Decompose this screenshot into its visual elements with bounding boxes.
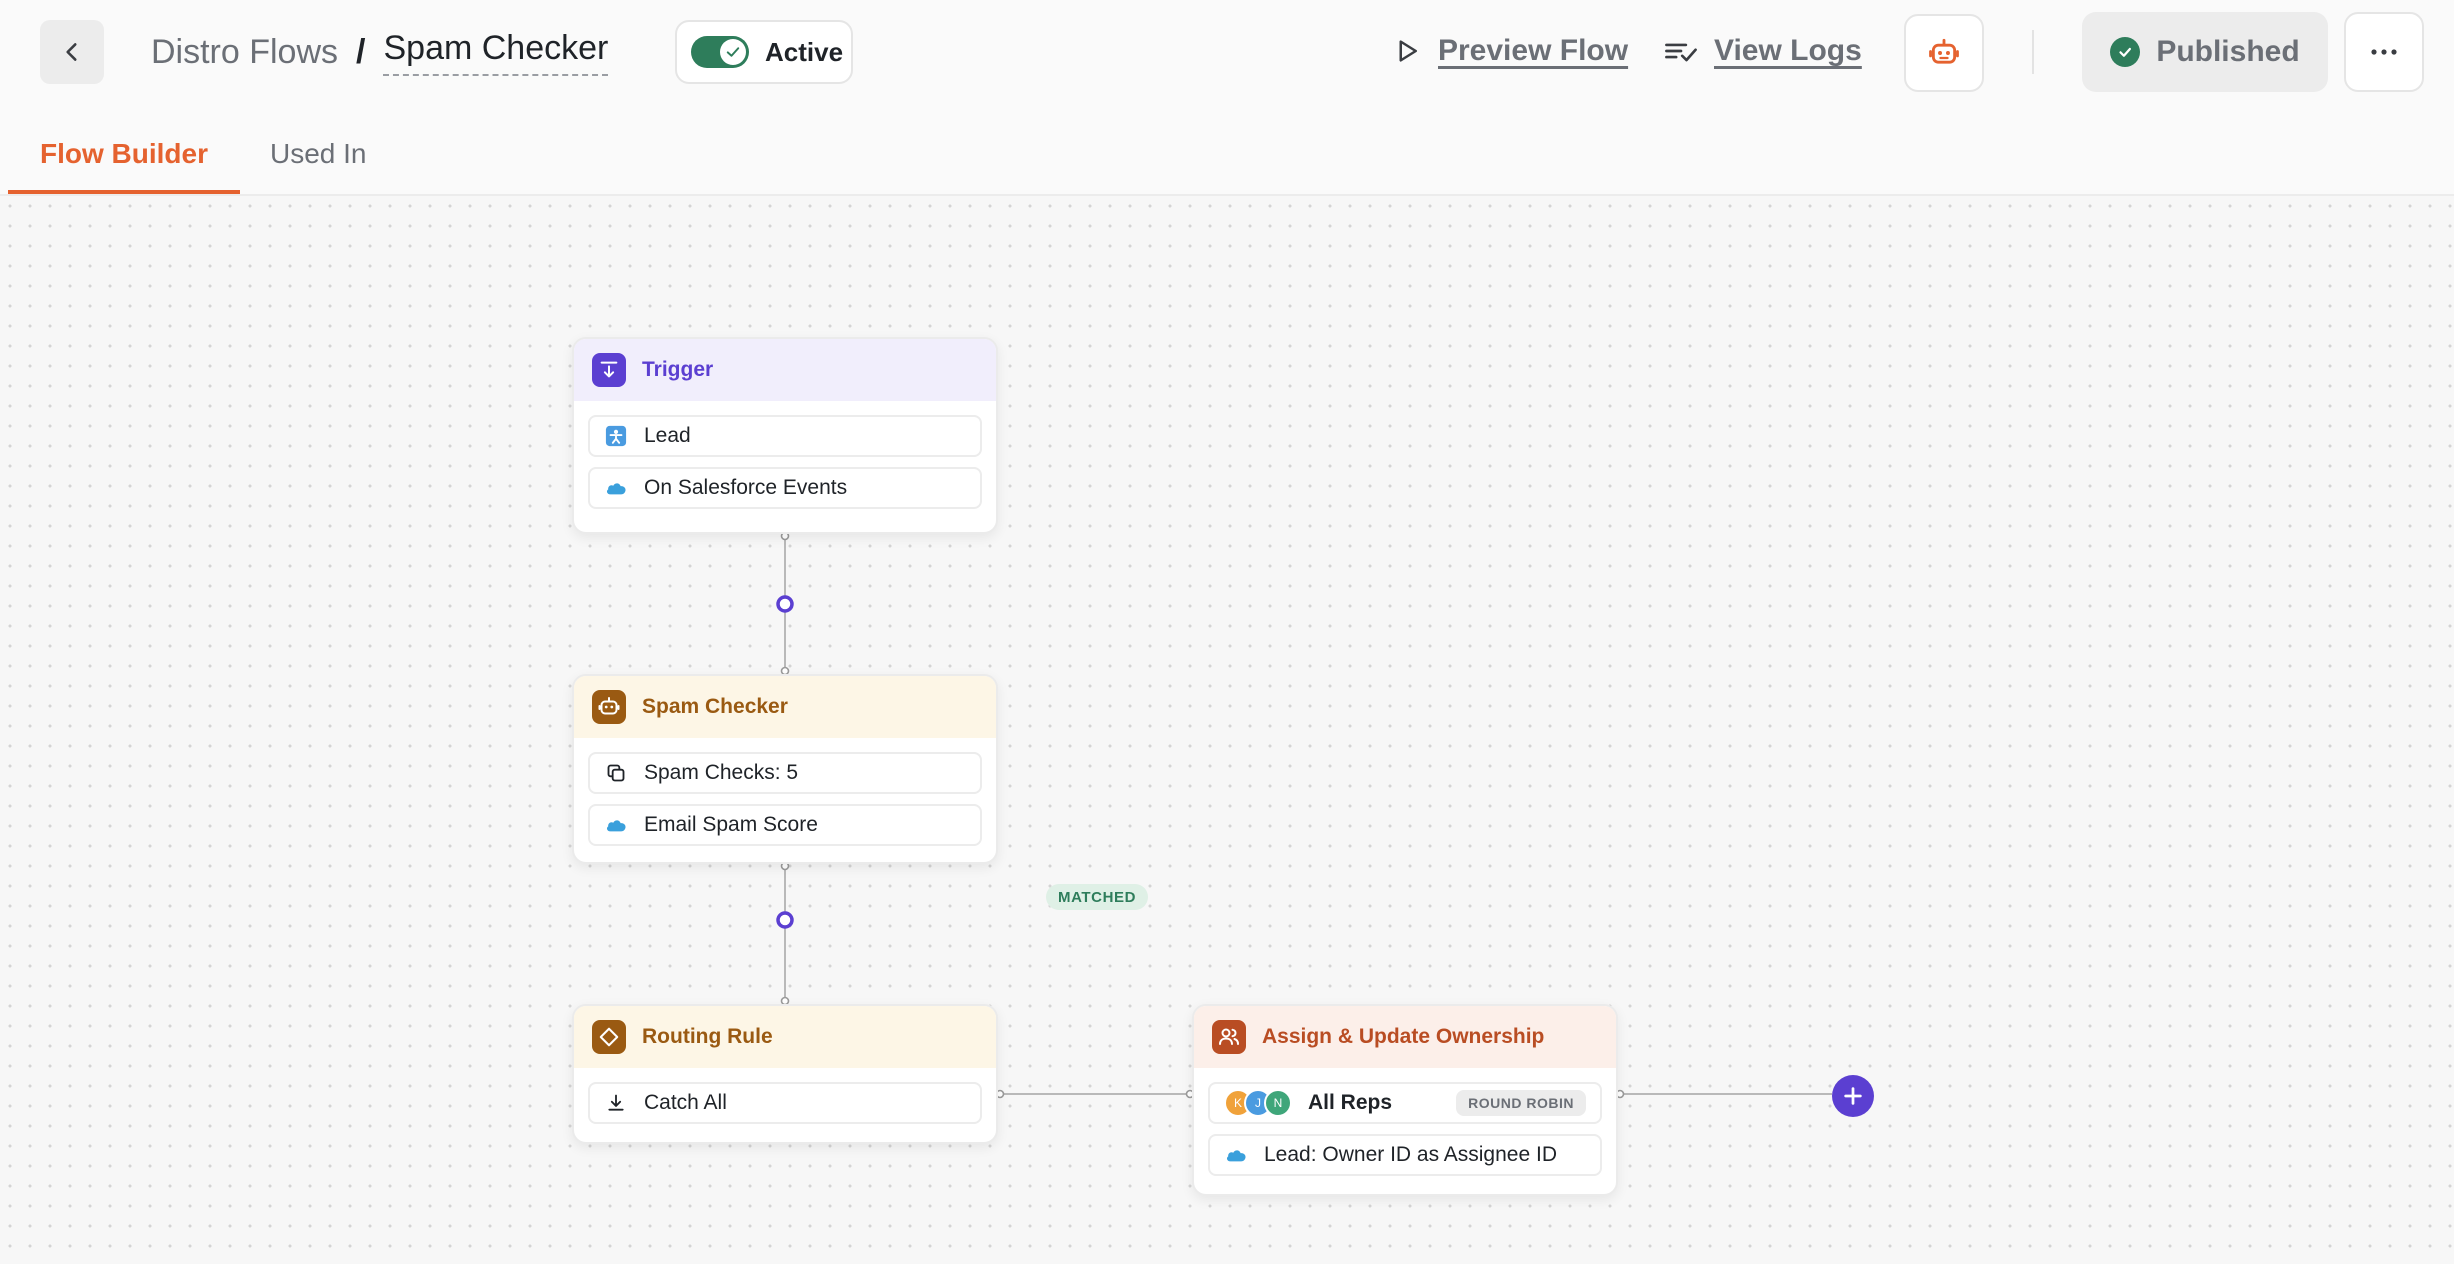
trigger-event-row[interactable]: On Salesforce Events	[588, 467, 982, 509]
tab-bar: Flow Builder Used In	[0, 122, 2454, 196]
salesforce-cloud-icon	[604, 813, 628, 837]
view-logs-link[interactable]: View Logs	[1664, 28, 1862, 74]
trigger-node-title: Trigger	[642, 358, 714, 381]
copy-icon	[604, 761, 628, 785]
trigger-event-label: On Salesforce Events	[644, 476, 848, 499]
breadcrumb-parent[interactable]: Distro Flows	[151, 33, 338, 72]
round-robin-badge: ROUND ROBIN	[1456, 1090, 1586, 1116]
catch-all-row[interactable]: Catch All	[588, 1082, 982, 1124]
breadcrumb: Distro Flows / Spam Checker	[151, 26, 609, 78]
toggle-label: Active	[765, 36, 844, 67]
tab-used-in[interactable]: Used In	[270, 138, 367, 190]
flow-name-title[interactable]: Spam Checker	[383, 29, 609, 76]
breadcrumb-separator: /	[356, 32, 366, 71]
published-check-icon	[2110, 37, 2141, 67]
spam-checker-node-title: Spam Checker	[642, 695, 788, 718]
edge-label-matched: MATCHED	[1046, 884, 1149, 910]
active-toggle[interactable]: Active	[675, 20, 853, 84]
view-logs-label: View Logs	[1714, 34, 1862, 67]
spam-score-row[interactable]: Email Spam Score	[588, 804, 982, 846]
chevron-left-icon	[66, 43, 77, 61]
trigger-node-header: Trigger	[574, 339, 996, 401]
trigger-object-label: Lead	[644, 424, 691, 447]
download-icon	[604, 1091, 628, 1115]
all-reps-row[interactable]: K J N All Reps ROUND ROBIN	[1208, 1082, 1602, 1124]
assign-node-body: K J N All Reps ROUND ROBIN Lead: Owner I…	[1194, 1068, 1616, 1190]
robot-icon	[1929, 38, 1959, 64]
add-step-button[interactable]	[1832, 1075, 1874, 1117]
routing-rule-node[interactable]: Routing Rule Catch All	[572, 1004, 998, 1144]
preview-flow-link[interactable]: Preview Flow	[1392, 28, 1628, 74]
published-label: Published	[2156, 35, 2300, 68]
avatar: N	[1264, 1089, 1292, 1117]
routing-rule-node-header: Routing Rule	[574, 1006, 996, 1068]
routing-rule-node-title: Routing Rule	[642, 1025, 773, 1048]
spam-checks-label: Spam Checks: 5	[644, 761, 799, 784]
trigger-object-row[interactable]: Lead	[588, 415, 982, 457]
spam-score-label: Email Spam Score	[644, 813, 818, 836]
routing-rule-node-body: Catch All	[574, 1068, 996, 1138]
catch-all-label: Catch All	[644, 1091, 727, 1114]
spam-checker-node-header: Spam Checker	[574, 676, 996, 738]
lead-object-icon	[604, 424, 628, 448]
salesforce-cloud-icon	[1224, 1143, 1248, 1167]
ellipsis-icon	[2371, 49, 2397, 55]
trigger-node-body: Lead On Salesforce Events	[574, 401, 996, 523]
trigger-icon	[592, 353, 626, 387]
salesforce-cloud-icon	[604, 476, 628, 500]
rep-avatars: K J N	[1224, 1089, 1292, 1117]
assign-node-title: Assign & Update Ownership	[1262, 1025, 1545, 1048]
list-check-icon	[1665, 43, 1697, 62]
spam-checks-row[interactable]: Spam Checks: 5	[588, 752, 982, 794]
more-options-button[interactable]	[2344, 12, 2424, 92]
all-reps-label: All Reps	[1308, 1091, 1393, 1114]
users-icon	[1212, 1020, 1246, 1054]
published-button[interactable]: Published	[2082, 12, 2328, 92]
assign-ownership-node[interactable]: Assign & Update Ownership K J N All Reps…	[1192, 1004, 1618, 1196]
spam-checker-node[interactable]: Spam Checker Spam Checks: 5 Email Spam S…	[572, 674, 998, 864]
spam-checker-node-body: Spam Checks: 5 Email Spam Score	[574, 738, 996, 860]
tab-flow-builder[interactable]: Flow Builder	[8, 138, 240, 194]
diamond-icon	[592, 1020, 626, 1054]
check-icon	[726, 47, 740, 57]
toggle-switch[interactable]	[691, 36, 749, 68]
toggle-knob	[720, 39, 746, 65]
owner-update-label: Lead: Owner ID as Assignee ID	[1264, 1143, 1557, 1166]
trigger-node[interactable]: Trigger Lead On Salesforce Events	[572, 337, 998, 534]
owner-update-row[interactable]: Lead: Owner ID as Assignee ID	[1208, 1134, 1602, 1176]
assign-node-header: Assign & Update Ownership	[1194, 1006, 1616, 1068]
play-icon	[1399, 40, 1417, 62]
robot-icon	[592, 690, 626, 724]
plus-icon	[1844, 1087, 1862, 1105]
top-bar: Distro Flows / Spam Checker Active Previ…	[0, 0, 2454, 104]
preview-flow-label: Preview Flow	[1438, 34, 1629, 67]
back-button[interactable]	[40, 20, 104, 84]
header-divider	[2032, 30, 2034, 74]
ai-assistant-button[interactable]	[1904, 14, 1984, 92]
